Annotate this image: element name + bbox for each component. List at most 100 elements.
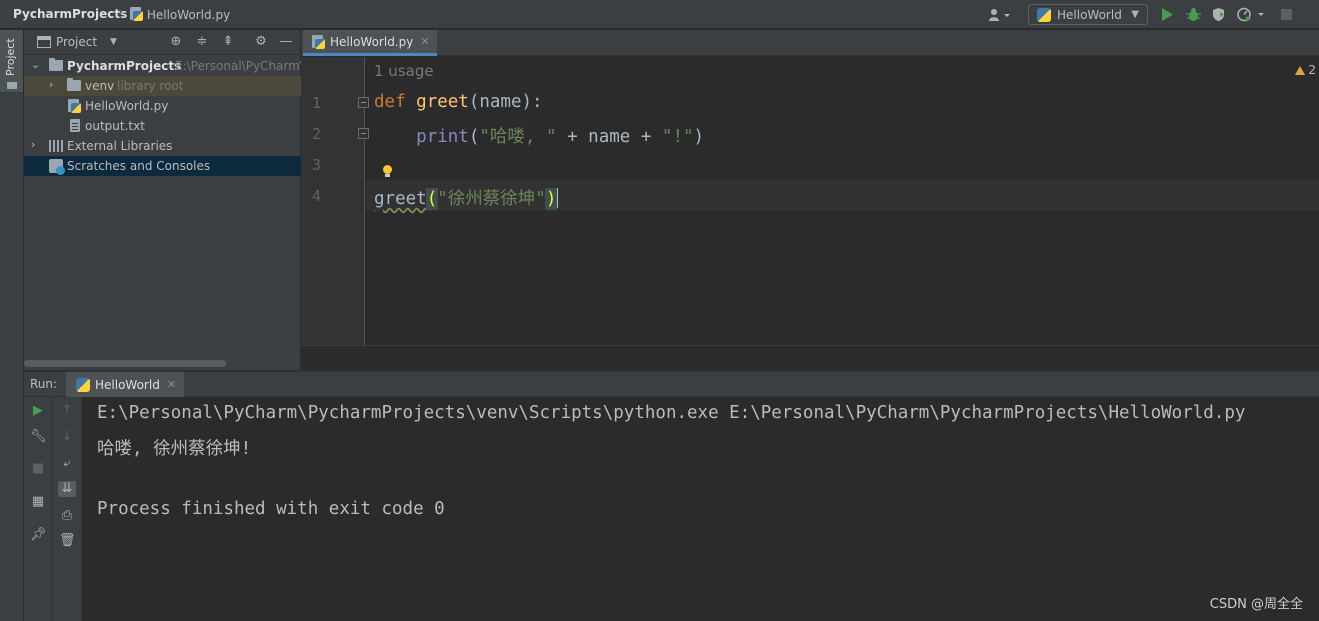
tab-label: HelloWorld.py xyxy=(330,34,414,49)
tree-item-label: External Libraries xyxy=(67,139,173,153)
chevron-right-icon[interactable]: › xyxy=(49,78,53,91)
run-panel-label: Run: xyxy=(30,377,58,391)
locate-file-icon[interactable]: ⊕ xyxy=(168,34,184,50)
line-number: 1 xyxy=(311,94,321,112)
project-view-icon xyxy=(37,36,51,48)
code-token: ( xyxy=(468,127,480,147)
trash-icon[interactable]: 🗑︎ xyxy=(59,533,76,549)
project-tool-tab[interactable]: Project xyxy=(0,30,23,92)
warning-count: 2 xyxy=(1308,63,1316,77)
user-account-icon[interactable] xyxy=(986,5,1014,24)
run-tab-label: HelloWorld xyxy=(95,377,160,392)
code-token: greet xyxy=(416,92,469,112)
gear-icon[interactable]: ⚙ xyxy=(253,34,269,50)
code-token: ( xyxy=(425,188,439,210)
console-line: Process finished with exit code 0 xyxy=(97,499,445,519)
tab-helloworld[interactable]: HelloWorld.py ✕ xyxy=(303,30,437,56)
rerun-icon[interactable]: ▶ xyxy=(30,403,46,419)
console-line: 哈喽, 徐州蔡徐坤! xyxy=(97,439,252,459)
tree-item-path: E:\Personal\PyCharm\ xyxy=(175,59,304,73)
left-tool-strip: Project xyxy=(0,30,24,621)
line-number: 4 xyxy=(311,187,321,205)
watermark: CSDN @周全全 xyxy=(1209,597,1303,612)
hide-panel-icon[interactable]: — xyxy=(278,34,294,50)
console-line: E:\Personal\PyCharm\PycharmProjects\venv… xyxy=(97,403,1246,423)
warning-icon xyxy=(1295,65,1306,75)
text-caret xyxy=(556,188,559,208)
tree-item-venv[interactable]: › venv library root xyxy=(24,76,301,96)
arrow-up-icon[interactable]: ↑ xyxy=(59,403,75,419)
breadcrumb-project[interactable]: PycharmProjects xyxy=(13,7,127,21)
code-line-1: def greet(name): xyxy=(374,92,543,112)
folder-icon xyxy=(67,78,81,91)
code-token: "!" xyxy=(661,127,694,147)
chevron-down-icon[interactable]: ▼ xyxy=(110,37,117,47)
python-icon xyxy=(76,377,90,392)
tree-item-label: PycharmProjects xyxy=(67,59,182,73)
chevron-right-icon[interactable]: › xyxy=(31,138,35,151)
run-console[interactable]: E:\Personal\PyCharm\PycharmProjects\venv… xyxy=(82,397,1319,621)
pin-icon[interactable]: 📌︎ xyxy=(30,527,47,543)
project-tool-tab-label: Project xyxy=(4,38,17,76)
tree-item-hint: library root xyxy=(117,79,184,93)
code-editor[interactable]: 1 2 3 4 1 usage def greet(name): print("… xyxy=(301,57,1319,345)
tree-item-label: output.txt xyxy=(85,119,145,133)
library-icon xyxy=(49,140,63,152)
run-configuration-select[interactable]: HelloWorld ▼ xyxy=(1028,4,1148,25)
code-token: greet xyxy=(374,189,427,209)
project-panel-header: Project ▼ ⊕ ≑ ⇞ ⚙ — xyxy=(24,30,301,55)
coverage-icon[interactable] xyxy=(1209,5,1227,24)
expand-all-icon[interactable]: ≑ xyxy=(194,34,210,50)
tree-item-output[interactable]: output.txt xyxy=(24,116,301,136)
debug-icon[interactable] xyxy=(1184,5,1202,24)
horizontal-scrollbar[interactable] xyxy=(24,360,226,367)
tree-item-label: HelloWorld.py xyxy=(85,99,169,113)
project-panel-title[interactable]: Project xyxy=(56,35,97,49)
collapse-all-icon[interactable]: ⇞ xyxy=(220,34,236,50)
fold-icon[interactable] xyxy=(358,128,369,139)
inspection-widget[interactable]: 2 xyxy=(1295,63,1316,77)
code-token: "徐州蔡徐坤" xyxy=(437,189,546,209)
tree-item-label: Scratches and Consoles xyxy=(67,159,211,173)
editor-gutter: 1 2 3 4 xyxy=(301,57,369,345)
line-number: 3 xyxy=(311,156,321,174)
code-token: + name + xyxy=(556,127,662,147)
breadcrumb-file-label: HelloWorld.py xyxy=(146,8,231,22)
tree-item-scratches[interactable]: Scratches and Consoles xyxy=(24,156,301,176)
breadcrumb-separator-icon: › xyxy=(118,5,124,20)
run-toolbar-secondary: ↑ ↓ ⤶ ⇊ ⎙ 🗑︎ xyxy=(52,397,82,621)
run-icon[interactable] xyxy=(1158,5,1176,24)
close-icon[interactable]: ✕ xyxy=(167,378,176,391)
project-panel: Project ▼ ⊕ ≑ ⇞ ⚙ — ⌄ PycharmProjects E:… xyxy=(24,30,304,370)
code-line-2: print("哈喽, " + name + "!") xyxy=(374,123,704,148)
soft-wrap-icon[interactable]: ⤶ xyxy=(59,456,75,472)
chevron-down-icon[interactable]: ⌄ xyxy=(31,58,40,71)
tree-item-pycharmprojects[interactable]: ⌄ PycharmProjects E:\Personal\PyCharm\ xyxy=(24,56,304,76)
code-token: "哈喽, " xyxy=(479,127,557,147)
tree-item-label: venv xyxy=(85,79,115,93)
tab-run-helloworld[interactable]: HelloWorld ✕ xyxy=(66,372,184,397)
editor-tab-bar: HelloWorld.py ✕ xyxy=(301,30,1319,56)
folder-icon xyxy=(7,82,17,89)
tree-item-helloworld[interactable]: HelloWorld.py xyxy=(24,96,301,116)
code-line-4: greet("徐州蔡徐坤") xyxy=(374,185,559,210)
print-icon[interactable]: ⎙ xyxy=(59,508,75,524)
stop-icon[interactable] xyxy=(1278,5,1294,24)
layout-icon[interactable]: ▦ xyxy=(30,494,46,510)
usage-hint[interactable]: 1 usage xyxy=(374,62,434,80)
run-panel-header: Run: HelloWorld ✕ xyxy=(24,372,1319,397)
lightbulb-icon[interactable] xyxy=(382,165,392,177)
scroll-to-end-icon[interactable]: ⇊ xyxy=(58,481,76,497)
close-icon[interactable]: ✕ xyxy=(420,35,429,48)
tree-item-external-libraries[interactable]: › External Libraries xyxy=(24,136,301,156)
profiler-icon[interactable] xyxy=(1235,5,1269,24)
python-file-icon xyxy=(68,99,81,113)
python-icon xyxy=(1037,7,1051,22)
fold-icon[interactable] xyxy=(358,97,369,108)
breadcrumb-file[interactable]: HelloWorld.py xyxy=(130,7,230,22)
navigation-bar: PycharmProjects › HelloWorld.py HelloWor… xyxy=(0,0,1319,29)
arrow-down-icon[interactable]: ↓ xyxy=(59,429,75,445)
wrench-icon[interactable]: 🔧︎ xyxy=(30,429,47,445)
stop-icon[interactable]: ■ xyxy=(30,461,46,477)
